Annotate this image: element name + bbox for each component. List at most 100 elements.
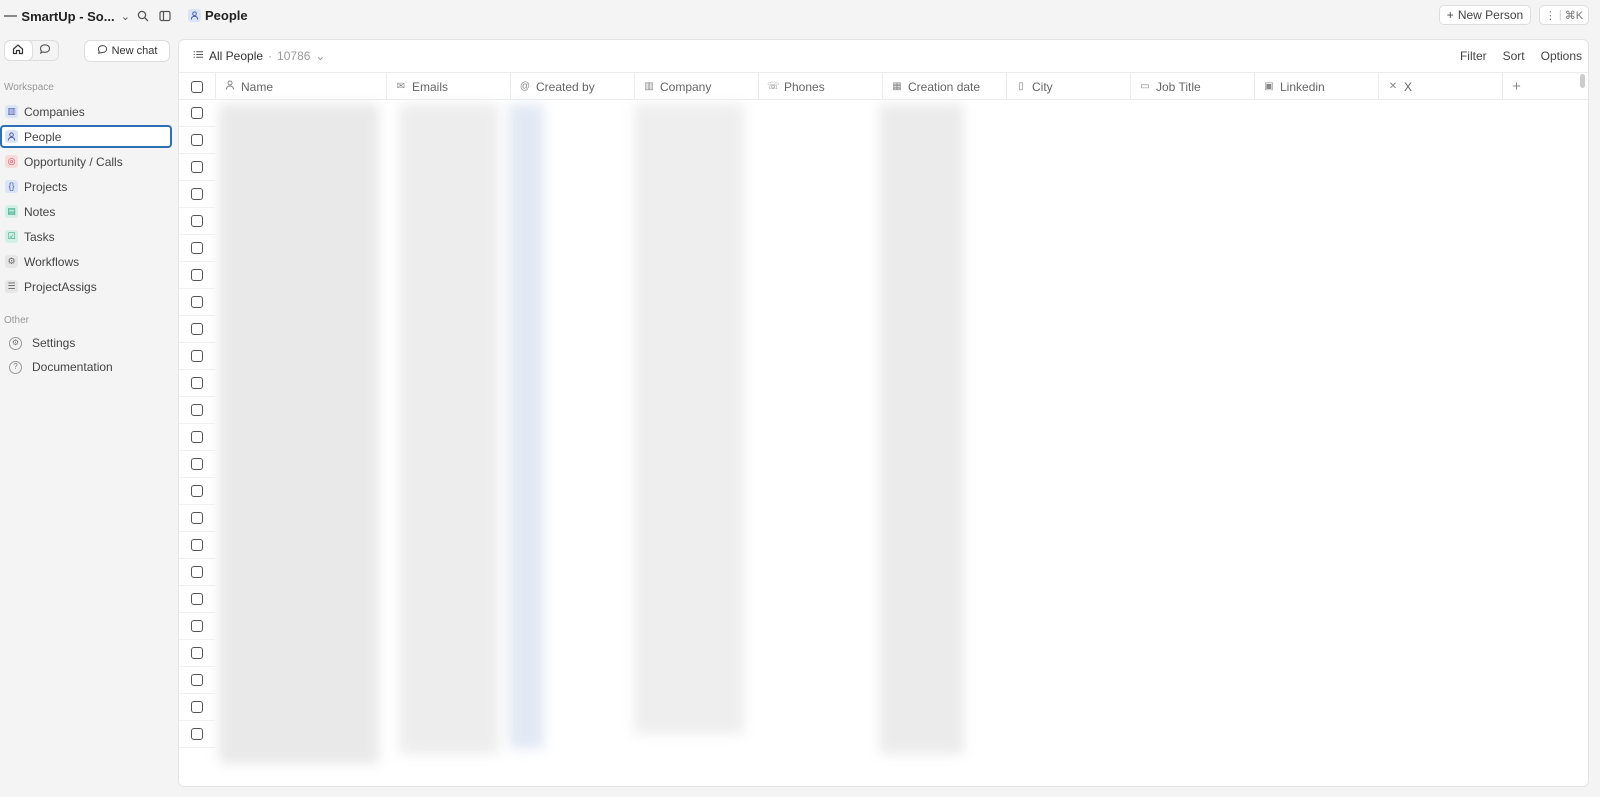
row-checkbox[interactable] (191, 188, 203, 200)
row-checkbox[interactable] (191, 323, 203, 335)
home-tab[interactable] (5, 41, 32, 60)
sidebar-item-projects[interactable]: {} Projects (0, 174, 172, 199)
sort-button[interactable]: Sort (1503, 49, 1525, 63)
blurred-date-column (879, 104, 964, 754)
command-menu-button[interactable]: ⋮ | ⌘K (1539, 5, 1589, 25)
column-header-name[interactable]: Name (215, 73, 386, 100)
workflow-icon: ⚙ (5, 255, 18, 268)
sidebar-item-opportunity-calls[interactable]: ◎ Opportunity / Calls (0, 149, 172, 174)
chevron-down-icon[interactable]: ⌄ (119, 9, 132, 23)
checkbox-icon: ☑ (5, 230, 18, 243)
sidebar-item-label: Notes (24, 204, 56, 219)
row-checkbox[interactable] (191, 593, 203, 605)
plus-icon: + (1446, 8, 1454, 22)
column-header-job-title[interactable]: ▭ Job Title (1130, 73, 1254, 100)
blurred-email-column (399, 104, 499, 754)
row-checkbox[interactable] (191, 485, 203, 497)
sidebar-item-workflows[interactable]: ⚙ Workflows (0, 249, 172, 274)
row-checkbox[interactable] (191, 404, 203, 416)
x-icon: ✕ (1388, 81, 1398, 92)
new-person-button[interactable]: + New Person (1439, 5, 1531, 25)
mail-icon: ✉ (396, 81, 406, 92)
row-checkbox[interactable] (191, 161, 203, 173)
row-checkbox[interactable] (191, 539, 203, 551)
row-checkbox[interactable] (191, 512, 203, 524)
options-button[interactable]: Options (1541, 49, 1582, 63)
row-checkbox[interactable] (191, 728, 203, 740)
column-label: Emails (412, 79, 449, 94)
row-checkbox[interactable] (191, 431, 203, 443)
row-checkbox[interactable] (191, 242, 203, 254)
row-checkbox[interactable] (191, 296, 203, 308)
filter-button[interactable]: Filter (1460, 49, 1487, 63)
sidebar: SmartUp - So... ⌄ New chat Workspace ▥ C… (0, 0, 176, 797)
row-checkbox[interactable] (191, 620, 203, 632)
sidebar-item-documentation[interactable]: ? Documentation (0, 355, 172, 379)
building-icon: ▥ (5, 105, 18, 118)
row-checkbox[interactable] (191, 674, 203, 686)
table-row (179, 235, 215, 262)
sidebar-item-companies[interactable]: ▥ Companies (0, 99, 172, 124)
view-name: All People (209, 49, 264, 63)
sidebar-item-projectassigs[interactable]: ☰ ProjectAssigs (0, 274, 172, 299)
row-checkbox[interactable] (191, 701, 203, 713)
column-label: Job Title (1156, 79, 1201, 94)
row-checkbox[interactable] (191, 458, 203, 470)
row-checkbox[interactable] (191, 269, 203, 281)
table-row (179, 397, 215, 424)
search-icon[interactable] (136, 9, 150, 23)
table-row (179, 559, 215, 586)
row-checkbox[interactable] (191, 377, 203, 389)
page-title: People (205, 8, 248, 23)
sidebar-toggle-icon[interactable] (158, 9, 172, 23)
view-picker[interactable]: All People · 10786 ⌄ (193, 49, 325, 63)
person-icon (5, 130, 18, 143)
sidebar-item-people[interactable]: People (0, 125, 172, 148)
view-actions: Filter Sort Options (1460, 49, 1582, 63)
row-checkbox[interactable] (191, 566, 203, 578)
sidebar-item-label: Documentation (32, 360, 113, 374)
row-checkbox[interactable] (191, 107, 203, 119)
column-header-linkedin[interactable]: ▣ Linkedin (1254, 73, 1378, 100)
linkedin-icon: ▣ (1264, 81, 1274, 92)
column-header-created-by[interactable]: @ Created by (510, 73, 634, 100)
column-header-emails[interactable]: ✉ Emails (386, 73, 510, 100)
row-checkbox[interactable] (191, 647, 203, 659)
sidebar-item-tasks[interactable]: ☑ Tasks (0, 224, 172, 249)
view-bar: All People · 10786 ⌄ Filter Sort Options (179, 40, 1588, 72)
workspace-switcher[interactable]: SmartUp - So... ⌄ (4, 6, 172, 26)
table-row (179, 343, 215, 370)
table-row (179, 127, 215, 154)
table-row (179, 316, 215, 343)
map-icon: ▯ (1018, 81, 1024, 92)
sidebar-mode-tabs (4, 40, 59, 61)
row-checkbox[interactable] (191, 350, 203, 362)
column-header-phones[interactable]: ☏ Phones (758, 73, 882, 100)
vertical-scrollbar[interactable] (1580, 74, 1585, 88)
select-all-checkbox[interactable] (191, 80, 203, 93)
gear-icon: ⚙ (9, 336, 22, 350)
column-label: City (1032, 79, 1053, 94)
sidebar-item-settings[interactable]: ⚙ Settings (0, 331, 172, 355)
table-row (179, 586, 215, 613)
row-checkbox[interactable] (191, 134, 203, 146)
table-row (179, 478, 215, 505)
new-chat-button[interactable]: New chat (84, 40, 170, 62)
sidebar-item-label: Projects (24, 179, 68, 194)
new-person-label: New Person (1457, 8, 1524, 22)
row-checkbox[interactable] (191, 215, 203, 227)
add-column-button[interactable]: + (1502, 73, 1530, 100)
table-row (179, 370, 215, 397)
column-header-city[interactable]: ▯ City (1006, 73, 1130, 100)
table-row (179, 613, 215, 640)
workspace-section-label: Workspace (4, 82, 54, 93)
sidebar-item-notes[interactable]: ▤ Notes (0, 199, 172, 224)
column-header-x[interactable]: ✕ X (1378, 73, 1502, 100)
table-row (179, 289, 215, 316)
column-header-creation-date[interactable]: ▦ Creation date (882, 73, 1006, 100)
blurred-company-column (634, 104, 744, 734)
column-header-company[interactable]: ▥ Company (634, 73, 758, 100)
other-section-label: Other (4, 315, 30, 326)
chat-tab[interactable] (32, 41, 59, 60)
column-label: Phones (784, 79, 825, 94)
